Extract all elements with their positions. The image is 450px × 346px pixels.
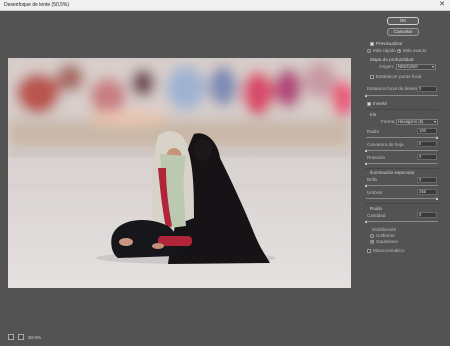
set-focal-option[interactable]: Establecer punto focal [370,74,421,79]
chevron-down-icon: ▾ [431,64,434,69]
iris-header-label: Iris [370,112,377,117]
mode-precise-label: Más exacto [403,48,427,53]
gaussian-option[interactable]: Gaussiano [370,239,398,244]
origin-label: Origen: [379,64,395,69]
origin-row: Origen: [379,64,394,69]
image-preview[interactable] [8,58,351,288]
set-focal-checkbox[interactable] [370,74,374,79]
radius-slider[interactable] [366,136,438,139]
set-focal-label: Establecer punto focal [376,74,422,79]
curvature-row: Curvatura de hoja [367,142,404,147]
threshold-row: Umbral [367,190,382,195]
close-icon[interactable]: ✕ [439,1,445,9]
uniform-label: Uniforme [376,233,395,238]
rotation-input[interactable]: 0 [417,154,437,160]
rotation-slider[interactable] [365,162,438,165]
preview-photo [8,58,351,288]
shape-select[interactable]: Hexágono (6) ▾ [396,119,438,125]
rotation-knob[interactable] [365,162,367,165]
mode-precise-radio[interactable] [397,48,401,53]
mode-fast-option[interactable]: Más rápido [367,48,396,53]
curvature-slider[interactable] [365,149,438,152]
cancel-button[interactable]: Cancelar [387,28,419,36]
preview-label: Previsualizar [376,41,403,46]
invert-checkbox[interactable] [367,101,371,106]
curvature-input[interactable]: 0 [417,141,437,147]
divider [365,168,439,169]
brightness-row: Brillo [367,177,377,182]
brightness-label: Brillo [367,177,378,182]
amount-label: Cantidad [367,213,386,218]
brightness-slider[interactable] [365,184,438,187]
window-title: Desenfoque de lente (50,5%) [4,2,70,8]
uniform-option[interactable]: Uniforme [370,233,395,238]
iris-header: Iris [370,112,376,117]
threshold-input[interactable]: 255 [417,189,437,195]
distribution-label: Distribución [372,227,396,232]
curvature-label: Curvatura de hoja [367,142,404,147]
zoom-out-button[interactable] [8,334,14,340]
amount-knob[interactable] [365,220,367,223]
chevron-down-icon: ▾ [433,119,436,124]
monochrome-checkbox[interactable] [367,248,371,253]
noise-header-label: Ruido [370,206,383,211]
mode-fast-radio[interactable] [367,48,371,53]
mode-precise-option[interactable]: Más exacto [397,48,427,53]
preview-option[interactable]: Previsualizar [370,41,402,46]
threshold-knob[interactable] [436,197,438,200]
monochrome-label: Monocromático [373,248,405,253]
footer-bar: 30,9% [8,333,41,341]
brightness-knob[interactable] [365,184,367,187]
amount-row: Cantidad [367,213,385,218]
window-titlebar: Desenfoque de lente (50,5%) ✕ [0,0,450,11]
zoom-in-button[interactable] [18,334,24,340]
divider [365,109,439,110]
gaussian-radio[interactable] [370,239,374,244]
divider [365,203,439,204]
shape-row: Forma: [381,119,396,124]
ok-button[interactable]: OK [387,17,419,25]
mode-fast-label: Más rápido [373,48,396,53]
origin-select[interactable]: NINGUNO ▾ [396,64,436,70]
brightness-input[interactable]: 0 [417,177,437,183]
radius-input[interactable]: 100 [417,128,437,134]
monochrome-option[interactable]: Monocromático [367,248,404,253]
focal-distance-slider[interactable] [365,94,438,97]
radius-row: Radio [367,129,379,134]
curvature-knob[interactable] [365,149,367,152]
amount-input[interactable]: 0 [417,212,437,218]
uniform-radio[interactable] [370,233,374,238]
threshold-slider[interactable] [366,197,438,200]
amount-slider[interactable] [365,220,438,223]
radius-knob[interactable] [436,136,438,139]
noise-header: Ruido [370,206,382,211]
focal-distance-input[interactable]: 0 [417,86,437,92]
invert-option[interactable]: Invertir [367,101,387,106]
shape-label: Forma: [381,119,396,124]
rotation-label: Rotación [367,155,386,160]
depth-map-header-label: Mapa de profundidad [370,57,414,62]
rotation-row: Rotación [367,155,385,160]
shape-value: Hexágono (6) [398,119,424,124]
specular-header: Iluminación especular [370,170,414,175]
specular-header-label: Iluminación especular [370,170,415,175]
invert-label: Invertir [373,101,388,106]
zoom-level: 30,9% [28,334,42,340]
radius-label: Radio [367,129,380,134]
distribution-header: Distribución [372,227,396,232]
depth-map-header: Mapa de profundidad [370,57,413,62]
origin-value: NINGUNO [398,64,418,69]
options-panel: OK Cancelar Previsualizar Más rápido Más… [359,11,450,346]
focal-distance-knob[interactable] [365,94,367,97]
threshold-label: Umbral [367,190,382,195]
preview-checkbox[interactable] [370,41,374,46]
gaussian-label: Gaussiano [376,239,398,244]
